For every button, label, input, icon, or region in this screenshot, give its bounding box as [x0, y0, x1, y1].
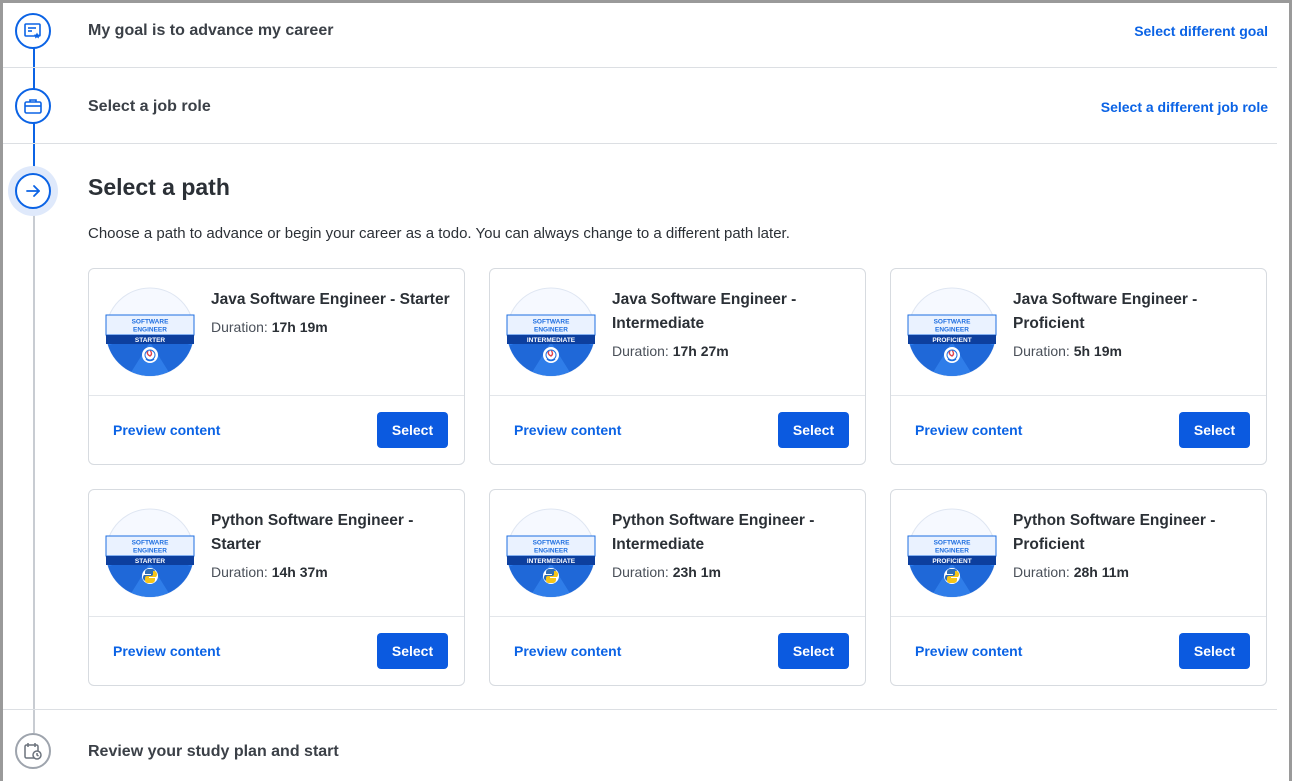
path-badge-icon: SOFTWARE ENGINEER PROFICIENT	[907, 508, 997, 598]
svg-text:SOFTWARE: SOFTWARE	[533, 540, 570, 547]
step-review-title: Review your study plan and start	[88, 743, 339, 760]
select-path-button[interactable]: Select	[778, 633, 849, 669]
path-card-6: SOFTWARE ENGINEER PROFICIENT Python Soft…	[890, 489, 1267, 686]
svg-text:ENGINEER: ENGINEER	[534, 548, 568, 555]
svg-text:SOFTWARE: SOFTWARE	[934, 540, 971, 547]
path-badge-icon: SOFTWARE ENGINEER INTERMEDIATE	[506, 508, 596, 598]
select-different-goal-link[interactable]: Select different goal	[1134, 23, 1268, 39]
current-step-indicator	[8, 166, 58, 216]
select-path-button[interactable]: Select	[778, 412, 849, 448]
path-card-1: SOFTWARE ENGINEER STARTER Java Software …	[88, 268, 465, 465]
preview-content-link[interactable]: Preview content	[514, 422, 621, 438]
svg-text:PROFICIENT: PROFICIENT	[932, 558, 971, 565]
step-path: Select a path Choose a path to advance o…	[3, 144, 1277, 710]
svg-text:ENGINEER: ENGINEER	[935, 548, 969, 555]
svg-text:STARTER: STARTER	[135, 337, 166, 344]
svg-text:ENGINEER: ENGINEER	[534, 327, 568, 334]
select-path-button[interactable]: Select	[1179, 633, 1250, 669]
step-path-title: Select a path	[88, 174, 230, 200]
svg-text:PROFICIENT: PROFICIENT	[932, 337, 971, 344]
step-job-role-title: Select a job role	[88, 98, 211, 115]
path-card-2: SOFTWARE ENGINEER INTERMEDIATE Java Soft…	[489, 268, 866, 465]
preview-content-link[interactable]: Preview content	[113, 422, 220, 438]
step-job-role: Select a job role Select a different job…	[3, 68, 1277, 144]
certificate-star-icon	[15, 13, 51, 49]
path-card-5: SOFTWARE ENGINEER INTERMEDIATE Python So…	[489, 489, 866, 686]
path-badge-icon: SOFTWARE ENGINEER INTERMEDIATE	[506, 287, 596, 377]
svg-text:SOFTWARE: SOFTWARE	[132, 540, 169, 547]
select-different-job-role-link[interactable]: Select a different job role	[1101, 99, 1268, 115]
preview-content-link[interactable]: Preview content	[915, 422, 1022, 438]
path-card-title: Java Software Engineer - Intermediate	[612, 291, 797, 332]
svg-text:SOFTWARE: SOFTWARE	[934, 319, 971, 326]
path-card-title: Python Software Engineer - Proficient	[1013, 512, 1216, 553]
svg-text:SOFTWARE: SOFTWARE	[132, 319, 169, 326]
svg-text:SOFTWARE: SOFTWARE	[533, 319, 570, 326]
select-path-button[interactable]: Select	[377, 633, 448, 669]
path-card-body: SOFTWARE ENGINEER INTERMEDIATE Java Soft…	[490, 269, 865, 396]
path-badge-icon: SOFTWARE ENGINEER STARTER	[105, 508, 195, 598]
path-card-body: SOFTWARE ENGINEER PROFICIENT Java Softwa…	[891, 269, 1266, 396]
step-goal: My goal is to advance my career Select d…	[3, 3, 1277, 68]
preview-content-link[interactable]: Preview content	[113, 643, 220, 659]
path-badge-icon: SOFTWARE ENGINEER PROFICIENT	[907, 287, 997, 377]
svg-text:ENGINEER: ENGINEER	[133, 327, 167, 334]
briefcase-icon	[15, 88, 51, 124]
arrow-right-icon	[15, 173, 51, 209]
select-path-button[interactable]: Select	[377, 412, 448, 448]
path-card-title: Python Software Engineer - Intermediate	[612, 512, 815, 553]
svg-text:STARTER: STARTER	[135, 558, 166, 565]
select-path-button[interactable]: Select	[1179, 412, 1250, 448]
path-card-body: SOFTWARE ENGINEER PROFICIENT Python Soft…	[891, 490, 1266, 617]
path-card-duration: Duration: 17h 27m	[612, 343, 729, 359]
svg-text:ENGINEER: ENGINEER	[133, 548, 167, 555]
calendar-clock-icon	[15, 733, 51, 769]
preview-content-link[interactable]: Preview content	[915, 643, 1022, 659]
path-card-duration: Duration: 23h 1m	[612, 564, 721, 580]
path-card-body: SOFTWARE ENGINEER STARTER Python Softwar…	[89, 490, 464, 617]
path-card-body: SOFTWARE ENGINEER STARTER Java Software …	[89, 269, 464, 396]
path-card-duration: Duration: 17h 19m	[211, 319, 328, 335]
path-card-title: Python Software Engineer - Starter	[211, 512, 414, 553]
app-frame: My goal is to advance my career Select d…	[0, 0, 1292, 781]
path-card-title: Java Software Engineer - Proficient	[1013, 291, 1198, 332]
path-card-4: SOFTWARE ENGINEER STARTER Python Softwar…	[88, 489, 465, 686]
path-card-duration: Duration: 14h 37m	[211, 564, 328, 580]
path-card-3: SOFTWARE ENGINEER PROFICIENT Java Softwa…	[890, 268, 1267, 465]
step-path-description: Choose a path to advance or begin your c…	[88, 225, 790, 242]
preview-content-link[interactable]: Preview content	[514, 643, 621, 659]
path-card-body: SOFTWARE ENGINEER INTERMEDIATE Python So…	[490, 490, 865, 617]
svg-text:INTERMEDIATE: INTERMEDIATE	[527, 558, 576, 565]
svg-text:ENGINEER: ENGINEER	[935, 327, 969, 334]
path-card-duration: Duration: 28h 11m	[1013, 564, 1129, 580]
step-goal-title: My goal is to advance my career	[88, 22, 334, 39]
path-badge-icon: SOFTWARE ENGINEER STARTER	[105, 287, 195, 377]
step-review: Review your study plan and start	[3, 710, 1277, 781]
path-card-title: Java Software Engineer - Starter	[211, 291, 450, 308]
path-card-duration: Duration: 5h 19m	[1013, 343, 1122, 359]
svg-text:INTERMEDIATE: INTERMEDIATE	[527, 337, 576, 344]
